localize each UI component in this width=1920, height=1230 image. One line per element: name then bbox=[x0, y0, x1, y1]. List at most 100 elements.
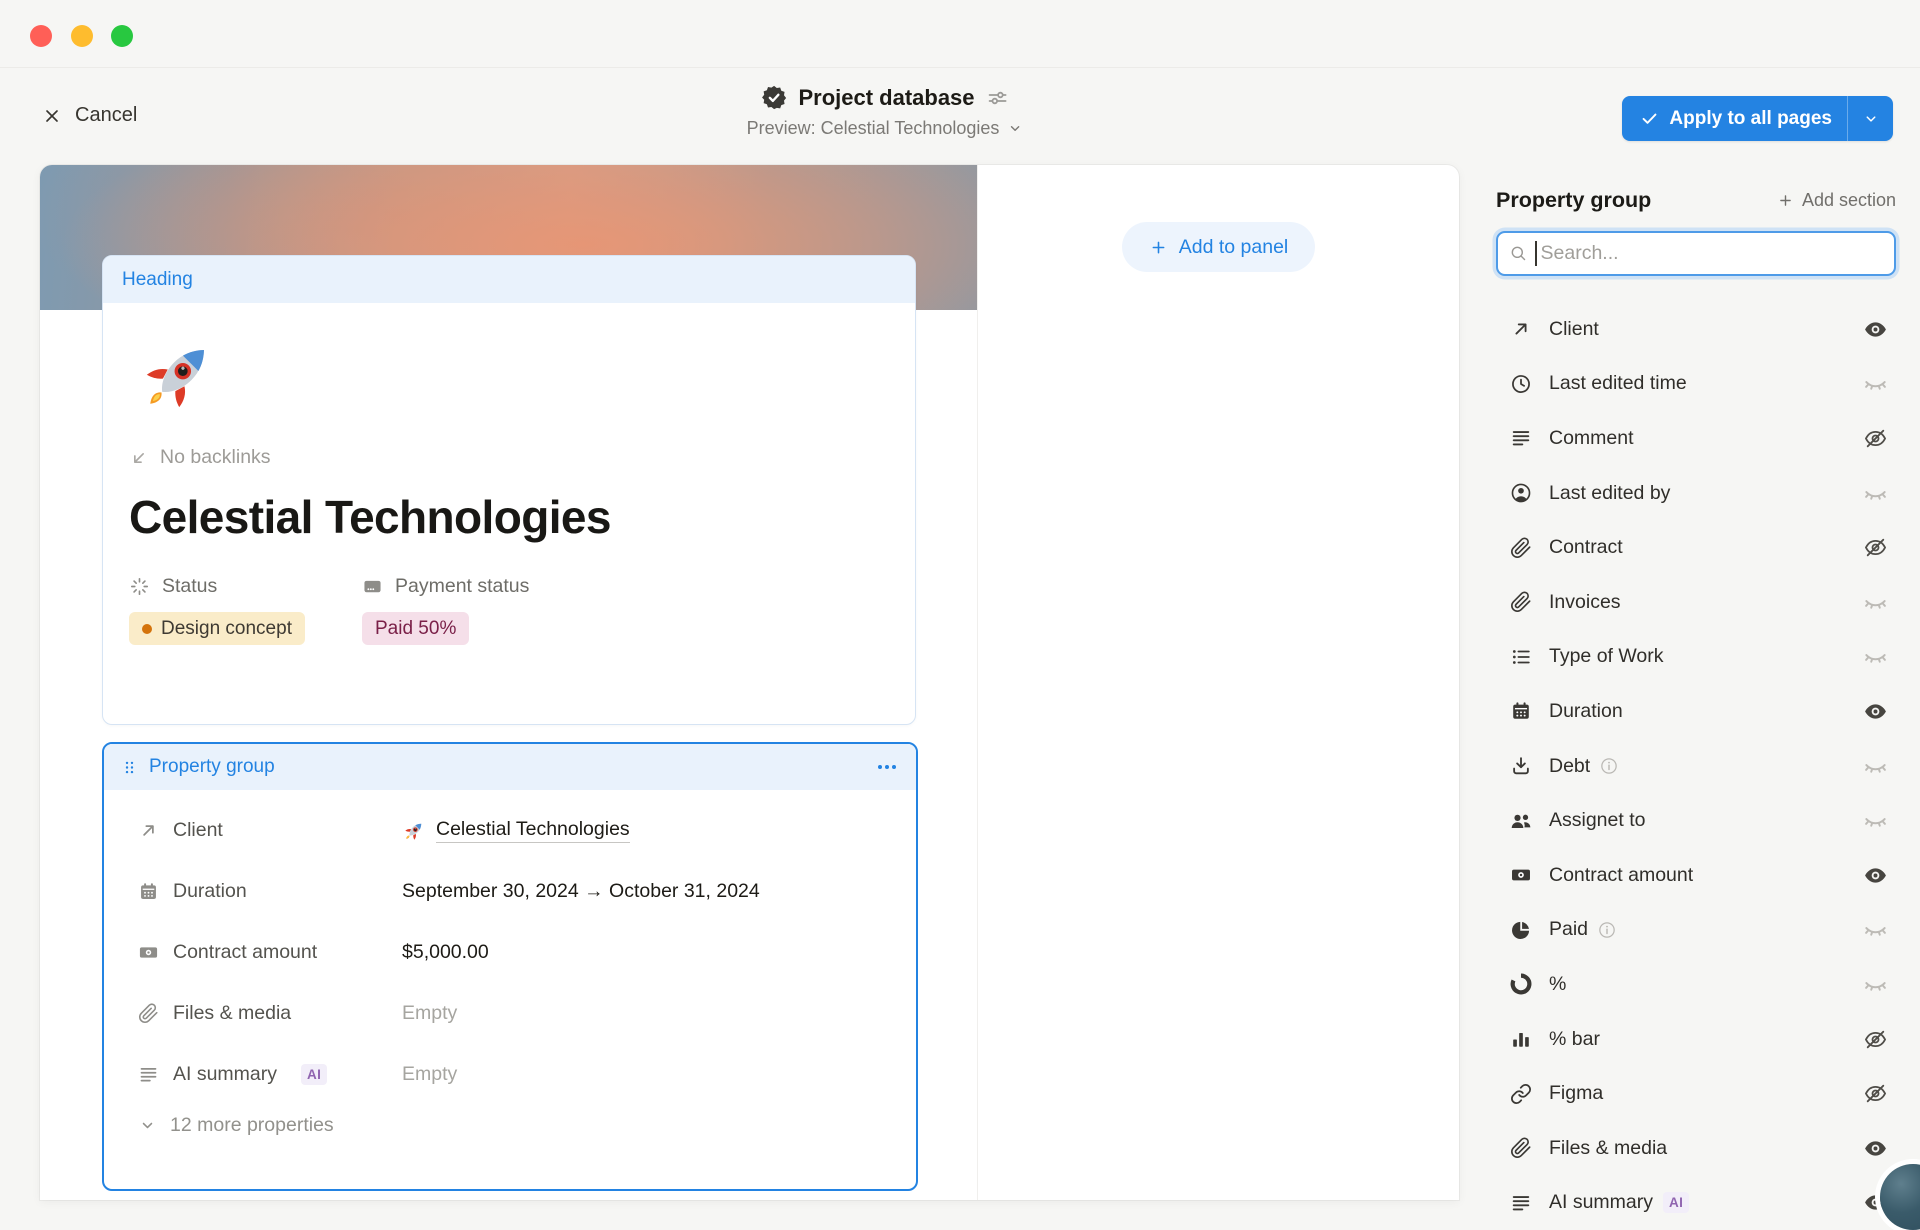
property-label: Status bbox=[162, 575, 217, 598]
eye-closed-icon[interactable] bbox=[1863, 917, 1888, 942]
sidebar-title: Property group bbox=[1496, 188, 1651, 213]
eye-closed-icon[interactable] bbox=[1863, 481, 1888, 506]
eye-closed-icon[interactable] bbox=[1863, 371, 1888, 396]
ai-badge: AI bbox=[301, 1064, 327, 1085]
relation-link[interactable]: Celestial Technologies bbox=[402, 818, 630, 843]
drag-handle-icon[interactable] bbox=[121, 758, 138, 777]
eye-open-icon[interactable] bbox=[1863, 1136, 1888, 1161]
eye-open-icon[interactable] bbox=[1863, 863, 1888, 888]
sidebar-property-percent[interactable]: % bbox=[1496, 957, 1896, 1012]
add-section-button[interactable]: Add section bbox=[1777, 190, 1896, 211]
more-options-icon[interactable] bbox=[875, 755, 899, 779]
backlinks-row: No backlinks bbox=[129, 446, 889, 469]
rocket-icon bbox=[402, 819, 426, 843]
chevron-down-icon bbox=[1006, 120, 1023, 137]
eye-slashed-icon[interactable] bbox=[1863, 535, 1888, 560]
property-group-sidebar: Property group Add section Client Last e… bbox=[1496, 165, 1896, 1200]
sidebar-property-assignet-to[interactable]: Assignet to bbox=[1496, 793, 1896, 848]
eye-closed-icon[interactable] bbox=[1863, 590, 1888, 615]
property-label: Duration bbox=[173, 880, 247, 903]
property-group-header[interactable]: Property group bbox=[104, 744, 916, 790]
property-label: % bar bbox=[1549, 1028, 1600, 1051]
property-search-field[interactable] bbox=[1496, 231, 1896, 276]
amount-value[interactable]: $5,000.00 bbox=[402, 941, 489, 964]
status-tag[interactable]: Design concept bbox=[129, 612, 305, 645]
eye-open-icon[interactable] bbox=[1863, 317, 1888, 342]
eye-slashed-icon[interactable] bbox=[1863, 1027, 1888, 1052]
sidebar-property-duration[interactable]: Duration bbox=[1496, 684, 1896, 739]
text-lines-icon bbox=[1510, 1192, 1532, 1214]
property-row-ai-summary[interactable]: AI summaryAI Empty bbox=[138, 1044, 916, 1105]
sidebar-property-debt[interactable]: Debt bbox=[1496, 739, 1896, 794]
sidebar-property-contract-amount[interactable]: Contract amount bbox=[1496, 848, 1896, 903]
minimize-window-button[interactable] bbox=[71, 25, 93, 47]
sidebar-property-contract[interactable]: Contract bbox=[1496, 520, 1896, 575]
eye-closed-icon[interactable] bbox=[1863, 644, 1888, 669]
sidebar-property-comment[interactable]: Comment bbox=[1496, 411, 1896, 466]
sidebar-property-paid[interactable]: Paid bbox=[1496, 903, 1896, 958]
sidebar-property-percent-bar[interactable]: % bar bbox=[1496, 1012, 1896, 1067]
eye-closed-icon[interactable] bbox=[1863, 972, 1888, 997]
empty-value[interactable]: Empty bbox=[402, 1002, 457, 1025]
add-to-panel-button[interactable]: Add to panel bbox=[1122, 222, 1316, 272]
plus-icon bbox=[1777, 192, 1794, 209]
sidebar-property-invoices[interactable]: Invoices bbox=[1496, 575, 1896, 630]
apply-to-all-pages-button[interactable]: Apply to all pages bbox=[1622, 96, 1893, 141]
sidebar-property-files-media[interactable]: Files & media bbox=[1496, 1121, 1896, 1176]
zoom-window-button[interactable] bbox=[111, 25, 133, 47]
side-panel-column: Add to panel bbox=[978, 165, 1459, 1200]
chevron-down-icon bbox=[138, 1116, 157, 1135]
property-group-section-card[interactable]: Property group Client Celestial Technolo… bbox=[102, 742, 918, 1191]
layout-editor-canvas: Heading No backlinks Celestial Technolog… bbox=[40, 165, 1459, 1200]
text-lines-icon bbox=[138, 1064, 159, 1085]
heading-section-label: Heading bbox=[122, 269, 193, 291]
sidebar-property-client[interactable]: Client bbox=[1496, 302, 1896, 357]
property-label: Payment status bbox=[395, 575, 529, 598]
eye-closed-icon[interactable] bbox=[1863, 754, 1888, 779]
preview-label: Preview: Celestial Technologies bbox=[747, 118, 1000, 139]
chevron-down-icon bbox=[1862, 110, 1880, 128]
preview-selector[interactable]: Preview: Celestial Technologies bbox=[747, 118, 1024, 139]
clock-icon bbox=[1510, 373, 1532, 395]
property-row-duration[interactable]: Duration September 30, 2024 → October 31… bbox=[138, 861, 916, 922]
layout-settings-icon[interactable] bbox=[986, 86, 1010, 110]
eye-open-icon[interactable] bbox=[1863, 699, 1888, 724]
eye-closed-icon[interactable] bbox=[1863, 808, 1888, 833]
heading-section-header[interactable]: Heading bbox=[103, 256, 915, 303]
close-window-button[interactable] bbox=[30, 25, 52, 47]
sidebar-property-figma[interactable]: Figma bbox=[1496, 1066, 1896, 1121]
download-icon bbox=[1510, 755, 1532, 777]
banknote-icon bbox=[138, 942, 159, 963]
eye-slashed-icon[interactable] bbox=[1863, 1081, 1888, 1106]
search-input[interactable] bbox=[1539, 241, 1884, 266]
payment-status-property-label: Payment status bbox=[362, 575, 529, 598]
paperclip-icon bbox=[138, 1003, 159, 1024]
property-label: Contract amount bbox=[173, 941, 317, 964]
page-title: Project database bbox=[798, 85, 974, 111]
cancel-button[interactable]: Cancel bbox=[42, 104, 137, 127]
sidebar-property-last-edited-time[interactable]: Last edited time bbox=[1496, 357, 1896, 412]
bar-chart-icon bbox=[1510, 1028, 1532, 1050]
property-row-client[interactable]: Client Celestial Technologies bbox=[138, 800, 916, 861]
property-label: Paid bbox=[1549, 918, 1588, 941]
tag-label: Paid 50% bbox=[375, 618, 456, 640]
people-icon bbox=[1510, 810, 1532, 832]
heading-section-card[interactable]: Heading No backlinks Celestial Technolog… bbox=[102, 255, 916, 725]
calendar-icon bbox=[138, 881, 159, 902]
eye-slashed-icon[interactable] bbox=[1863, 426, 1888, 451]
sidebar-property-ai-summary[interactable]: AI summary AI bbox=[1496, 1176, 1896, 1230]
sidebar-property-last-edited-by[interactable]: Last edited by bbox=[1496, 466, 1896, 521]
property-row-files-media[interactable]: Files & media Empty bbox=[138, 983, 916, 1044]
apply-dropdown-button[interactable] bbox=[1848, 96, 1893, 141]
empty-value[interactable]: Empty bbox=[402, 1063, 457, 1086]
payment-status-tag[interactable]: Paid 50% bbox=[362, 612, 469, 645]
sidebar-property-type-of-work[interactable]: Type of Work bbox=[1496, 630, 1896, 685]
person-circle-icon bbox=[1510, 482, 1532, 504]
rocket-page-icon bbox=[135, 333, 221, 419]
property-label: Comment bbox=[1549, 427, 1634, 450]
more-properties-toggle[interactable]: 12 more properties bbox=[138, 1114, 916, 1137]
add-to-panel-label: Add to panel bbox=[1179, 236, 1289, 259]
pie-chart-icon bbox=[1510, 919, 1532, 941]
property-row-contract-amount[interactable]: Contract amount $5,000.00 bbox=[138, 922, 916, 983]
date-range-value[interactable]: September 30, 2024 → October 31, 2024 bbox=[402, 880, 760, 903]
